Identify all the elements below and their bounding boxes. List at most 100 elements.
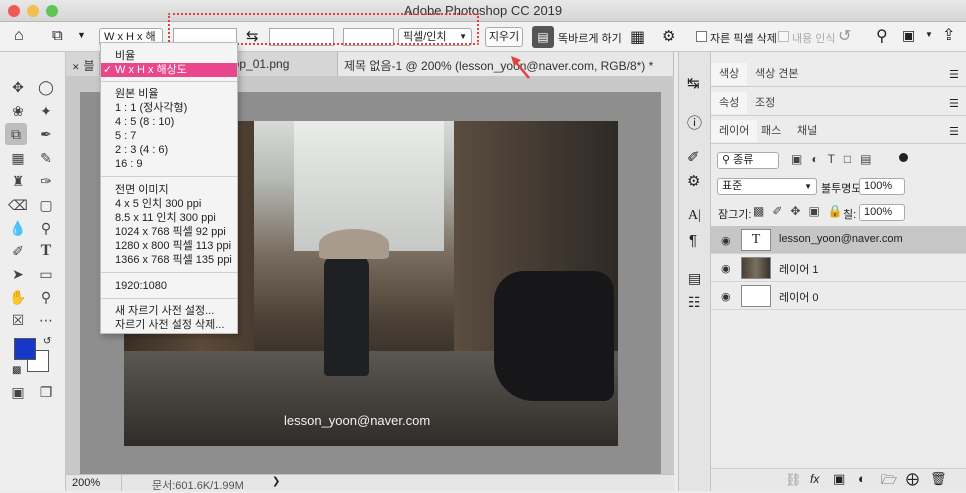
link-layers-icon[interactable]: ⛓ [785,472,802,488]
character-icon[interactable]: A| [688,208,701,224]
screen-mode-icon[interactable]: ❐ [35,381,57,403]
type-tool-icon[interactable]: T [35,240,57,262]
menu-item-size-1280x800[interactable]: 1280 x 800 픽셀 113 ppi [101,239,237,253]
eye-icon[interactable]: ◉ [721,262,731,275]
magic-wand-tool-icon[interactable]: ✦ [35,100,57,122]
zoom-tool-icon[interactable]: ⚲ [35,286,57,308]
crop-tool-icon[interactable]: ⧉ [52,27,63,44]
crop-tool-icon[interactable]: ⧉ [5,123,27,145]
layer-row[interactable]: ◉ 레이어 1 [711,254,966,282]
menu-item-size-4x5[interactable]: 4 x 5 인치 300 ppi [101,197,237,211]
path-selection-tool-icon[interactable]: ➤ [7,263,29,285]
quick-mask-icon[interactable]: ▣ [7,381,29,403]
delete-cropped-checkbox[interactable] [696,31,707,42]
menu-item-front-image[interactable]: 전면 이미지 [101,183,237,197]
tab-adjustments[interactable]: 조정 [747,92,783,114]
menu-item-size-1024x768[interactable]: 1024 x 768 픽셀 92 ppi [101,225,237,239]
reset-icon[interactable]: ↺ [838,26,851,46]
fill-input[interactable]: 100% [859,204,905,221]
layer-filter-icons[interactable]: ▣◐T□▤ [791,152,881,166]
blend-mode-select[interactable]: 표준 ▼ [717,178,817,195]
default-colors-icon[interactable]: ▩ [12,365,21,376]
home-icon[interactable]: ⌂ [14,27,24,45]
brush-tool-icon[interactable]: ✎ [35,147,57,169]
libraries-icon[interactable]: ▤ [688,270,701,287]
blur-tool-icon[interactable]: 💧 [7,217,29,239]
fx-icon[interactable]: fx [810,472,819,486]
group-icon[interactable]: 🗁 [881,471,897,493]
menu-item-ratio-5-7[interactable]: 5 : 7 [101,129,237,143]
adjustments-icon[interactable]: ⚙ [687,172,700,190]
chevron-down-icon[interactable]: ▼ [77,30,86,40]
menu-item-original-ratio[interactable]: 원본 비율 [101,87,237,101]
straighten-icon[interactable]: ▤ [532,26,554,48]
move-tool-icon[interactable]: ✥ [7,76,29,98]
gradient-tool-icon[interactable]: ▢ [35,194,57,216]
menu-item-custom-1920-1080[interactable]: 1920:1080 [101,279,237,293]
chevron-right-icon[interactable]: ❯ [272,476,280,487]
tab-layers[interactable]: 레이어 [711,120,758,142]
marquee-tool-icon[interactable]: ◯ [35,76,57,98]
menu-item-delete-preset[interactable]: 자르기 사전 설정 삭제... [101,318,237,332]
info-icon[interactable]: ⓘ [687,112,702,133]
eye-icon[interactable]: ◉ [721,234,731,247]
dodge-tool-icon[interactable]: ⚲ [35,217,57,239]
menu-item-ratio-2-3[interactable]: 2 : 3 (4 : 6) [101,143,237,157]
history-brush-tool-icon[interactable]: ✑ [35,170,57,192]
tab-swatches[interactable]: 색상 견본 [747,63,807,85]
menu-item-ratio[interactable]: 비율 [101,49,237,63]
edit-toolbar-icon[interactable]: ☒ [7,309,29,331]
lock-icons[interactable]: ▩✐✥▣🔒 [753,204,851,218]
layer-row[interactable]: ◉ T lesson_yoon@naver.com [711,226,966,254]
menu-item-size-8-5x11[interactable]: 8.5 x 11 인치 300 ppi [101,211,237,225]
eraser-tool-icon[interactable]: ⌫ [7,194,29,216]
tab-paths[interactable]: 패스 [753,120,789,142]
menu-item-ratio-1-1[interactable]: 1 : 1 (정사각형) [101,101,237,115]
foreground-color-swatch[interactable] [14,338,36,360]
filter-toggle-icon[interactable] [899,153,908,162]
chevron-down-icon[interactable]: ▼ [925,30,933,39]
search-icon[interactable]: ⚲ [876,26,888,46]
opacity-input[interactable]: 100% [859,178,905,195]
trash-icon[interactable]: 🗑 [930,471,947,487]
panel-menu-icon[interactable]: ☰ [949,125,959,138]
menu-item-size-1366x768[interactable]: 1366 x 768 픽셀 135 ppi [101,253,237,267]
swap-colors-icon[interactable]: ↺ [43,336,51,347]
layer-kind-filter[interactable]: ⚲ 종류 [717,152,779,169]
stamp-tool-icon[interactable]: ♜ [7,170,29,192]
more-tools-icon[interactable]: ⋯ [35,309,57,331]
menu-item-ratio-16-9[interactable]: 16 : 9 [101,157,237,171]
eye-icon[interactable]: ◉ [721,290,731,303]
tab-color[interactable]: 색상 [711,63,748,85]
workspace-icon[interactable]: ▣ [902,27,915,44]
lasso-tool-icon[interactable]: ❀ [7,100,29,122]
notes-icon[interactable]: ☷ [688,294,701,311]
close-icon[interactable]: ✕ [72,62,80,72]
layer-row[interactable]: ◉ 레이어 0 [711,282,966,310]
menu-item-selected[interactable]: ✓ W x H x 해상도 [101,63,237,77]
gear-icon[interactable]: ⚙ [662,27,675,45]
adjustment-layer-icon[interactable]: ◐ [858,471,866,486]
menu-item-new-preset[interactable]: 새 자르기 사전 설정... [101,304,237,318]
share-icon[interactable]: ⇪ [942,25,955,45]
panel-menu-icon[interactable]: ☰ [949,68,959,81]
tab-document-1[interactable]: ✕ 블 [66,52,100,76]
menu-item-ratio-4-5[interactable]: 4 : 5 (8 : 10) [101,115,237,129]
new-layer-icon[interactable]: ⨁ [906,471,919,487]
grid-overlay-icon[interactable]: ▦ [630,27,645,47]
brush-settings-icon[interactable]: ✐ [687,148,700,166]
pen-tool-icon[interactable]: ✐ [7,240,29,262]
zoom-level[interactable]: 200% [66,475,122,491]
tab-channels[interactable]: 채널 [789,120,825,142]
mask-icon[interactable]: ▣ [833,471,845,487]
tab-properties[interactable]: 속성 [711,92,748,114]
content-aware-checkbox[interactable] [778,31,789,42]
paragraph-icon[interactable]: ¶ [689,232,697,249]
frame-tool-icon[interactable]: ▦ [7,147,29,169]
history-icon[interactable]: ↹ [687,74,700,92]
eyedropper-tool-icon[interactable]: ✒ [35,123,57,145]
rectangle-tool-icon[interactable]: ▭ [35,263,57,285]
clear-button[interactable]: 지우기 [485,27,523,47]
panel-menu-icon[interactable]: ☰ [949,97,959,110]
hand-tool-icon[interactable]: ✋ [7,286,29,308]
